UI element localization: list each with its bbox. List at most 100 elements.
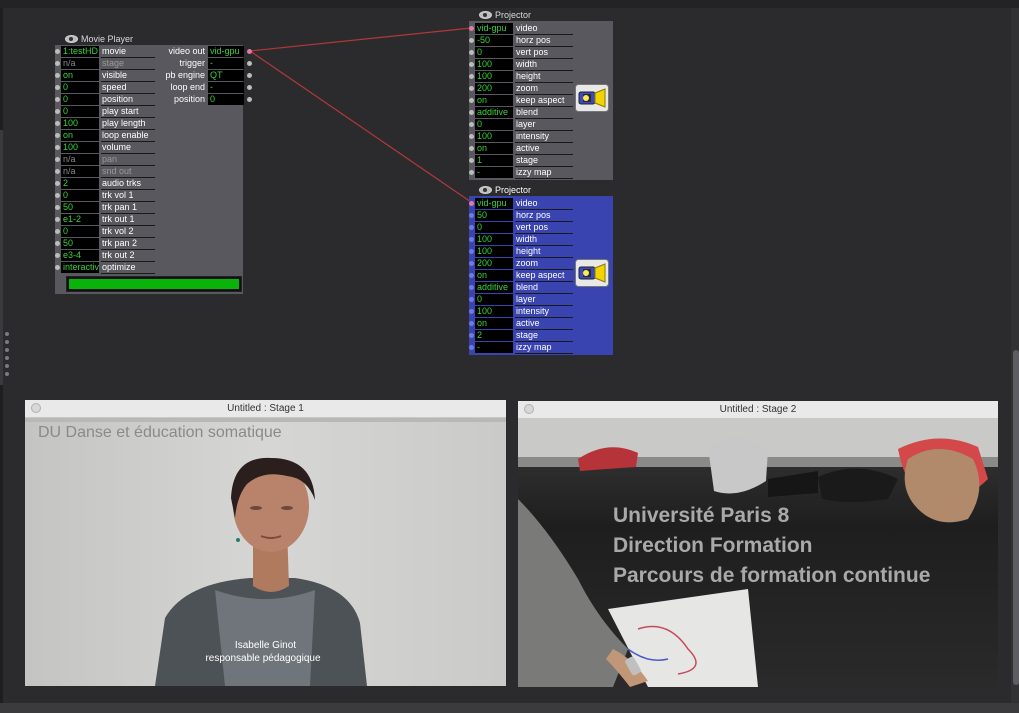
input-port[interactable] (55, 265, 60, 270)
projector-actor-2[interactable]: Projector vid-gpu video 50 horz pos 0 vert po… (469, 185, 613, 355)
input-value[interactable]: n/a (61, 58, 99, 69)
input-port[interactable] (469, 225, 474, 230)
input-value[interactable]: 0 (475, 294, 513, 305)
input-port[interactable] (55, 49, 60, 54)
input-port[interactable] (469, 86, 474, 91)
input-value[interactable]: vid-gpu (475, 23, 513, 34)
input-value[interactable]: 0 (61, 190, 99, 201)
close-button[interactable] (31, 403, 41, 413)
input-port[interactable] (55, 85, 60, 90)
input-port[interactable] (469, 122, 474, 127)
input-port[interactable] (469, 26, 474, 31)
input-port[interactable] (55, 181, 60, 186)
input-port[interactable] (55, 145, 60, 150)
input-port[interactable] (469, 170, 474, 175)
output-port[interactable] (247, 49, 252, 54)
scrollbar-thumb[interactable] (1013, 350, 1019, 685)
input-value[interactable]: 200 (475, 258, 513, 269)
input-port[interactable] (469, 74, 474, 79)
input-value[interactable]: n/a (61, 154, 99, 165)
input-value[interactable]: 100 (61, 118, 99, 129)
input-value[interactable]: e3-4 (61, 250, 99, 261)
input-value[interactable]: on (61, 130, 99, 141)
input-value[interactable]: 0 (475, 119, 513, 130)
input-port[interactable] (469, 50, 474, 55)
input-value[interactable]: 0 (61, 94, 99, 105)
input-value[interactable]: - (475, 167, 513, 178)
stage-2-titlebar[interactable]: Untitled : Stage 2 (518, 401, 998, 419)
output-port[interactable] (247, 61, 252, 66)
input-value[interactable]: on (61, 70, 99, 81)
input-value[interactable]: 100 (475, 131, 513, 142)
input-value[interactable]: additive (475, 107, 513, 118)
eye-icon[interactable] (479, 11, 492, 19)
projector-actor-1[interactable]: Projector vid-gpu video -50 horz pos 0 vert p… (469, 10, 613, 180)
output-value[interactable]: - (208, 82, 244, 93)
stage-1-titlebar[interactable]: Untitled : Stage 1 (25, 400, 506, 418)
input-port[interactable] (55, 169, 60, 174)
input-port[interactable] (469, 261, 474, 266)
input-port[interactable] (469, 285, 474, 290)
input-value[interactable]: vid-gpu (475, 198, 513, 209)
output-port[interactable] (247, 73, 252, 78)
input-port[interactable] (469, 345, 474, 350)
input-value[interactable]: 100 (475, 234, 513, 245)
movie-player-actor[interactable]: Movie Player 1:testHD movie n/a stage on visi… (55, 34, 252, 294)
input-port[interactable] (469, 146, 474, 151)
input-port[interactable] (469, 321, 474, 326)
input-value[interactable]: - (475, 342, 513, 353)
input-port[interactable] (55, 109, 60, 114)
input-value[interactable]: 2 (475, 330, 513, 341)
eye-icon[interactable] (65, 35, 78, 43)
input-port[interactable] (469, 134, 474, 139)
output-value[interactable]: 0 (208, 94, 244, 105)
input-value[interactable]: -50 (475, 35, 513, 46)
input-value[interactable]: interactive (61, 262, 99, 273)
eye-icon[interactable] (479, 186, 492, 194)
input-value[interactable]: 200 (475, 83, 513, 94)
output-value[interactable]: - (208, 58, 244, 69)
resize-handle[interactable] (5, 332, 9, 378)
input-port[interactable] (469, 201, 474, 206)
input-port[interactable] (55, 157, 60, 162)
input-port[interactable] (55, 241, 60, 246)
stage-window-2[interactable]: Untitled : Stage 2 Université Paris 8 Di… (518, 401, 998, 687)
input-port[interactable] (55, 217, 60, 222)
input-value[interactable]: e1-2 (61, 214, 99, 225)
input-port[interactable] (55, 73, 60, 78)
input-port[interactable] (469, 237, 474, 242)
input-port[interactable] (55, 61, 60, 66)
input-port[interactable] (469, 38, 474, 43)
input-port[interactable] (55, 133, 60, 138)
input-value[interactable]: 0 (475, 222, 513, 233)
input-value[interactable]: 50 (61, 238, 99, 249)
input-value[interactable]: 0 (475, 47, 513, 58)
input-value[interactable]: 1 (475, 155, 513, 166)
input-port[interactable] (55, 97, 60, 102)
stage-window-1[interactable]: Untitled : Stage 1 DU Danse et éducation… (25, 400, 506, 686)
input-port[interactable] (55, 193, 60, 198)
input-port[interactable] (469, 273, 474, 278)
input-value[interactable]: 100 (475, 59, 513, 70)
input-value[interactable]: 50 (475, 210, 513, 221)
input-value[interactable]: 100 (475, 71, 513, 82)
input-value[interactable]: 0 (61, 106, 99, 117)
output-port[interactable] (247, 97, 252, 102)
input-port[interactable] (469, 213, 474, 218)
input-port[interactable] (469, 158, 474, 163)
input-value[interactable]: 0 (61, 82, 99, 93)
input-port[interactable] (469, 249, 474, 254)
input-port[interactable] (55, 205, 60, 210)
input-port[interactable] (469, 333, 474, 338)
input-port[interactable] (469, 110, 474, 115)
input-port[interactable] (55, 253, 60, 258)
input-port[interactable] (469, 309, 474, 314)
output-value[interactable]: QT (208, 70, 244, 81)
input-value[interactable]: additive (475, 282, 513, 293)
input-value[interactable]: 100 (475, 246, 513, 257)
close-button[interactable] (524, 404, 534, 414)
input-port[interactable] (469, 98, 474, 103)
input-value[interactable]: 0 (61, 226, 99, 237)
output-value[interactable]: vid-gpu (208, 46, 244, 57)
input-port[interactable] (55, 229, 60, 234)
